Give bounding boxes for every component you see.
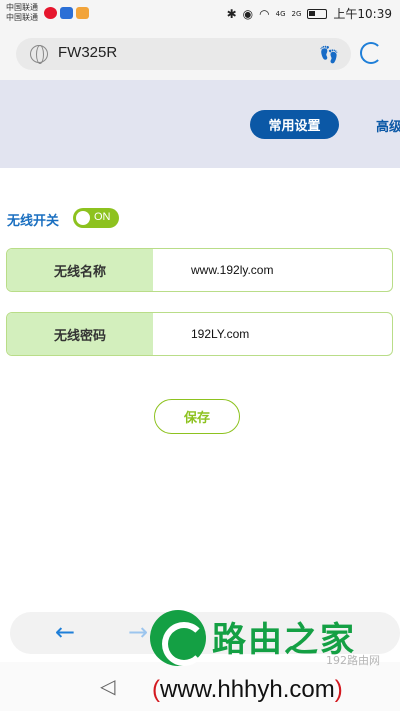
status-indicators: ✱ ◉ ◠ 4G 2G 上午10:39 <box>227 5 392 22</box>
weibo-icon <box>44 7 57 19</box>
signal-2g-icon: 2G <box>291 9 302 18</box>
footprint-icon[interactable]: 👣 <box>319 45 339 64</box>
wifi-icon: ◠ <box>259 6 270 21</box>
address-bar[interactable]: FW325R 👣 <box>16 38 351 70</box>
wireless-name-input[interactable]: www.192ly.com <box>153 249 392 291</box>
refresh-icon[interactable] <box>360 42 382 64</box>
globe-icon <box>30 45 48 64</box>
toggle-knob <box>76 211 90 225</box>
back-arrow-icon[interactable]: ← <box>55 618 75 646</box>
wireless-switch-toggle[interactable]: ON <box>73 208 119 228</box>
toggle-state: ON <box>94 211 111 223</box>
url-text: FW325R <box>58 44 118 61</box>
watermark-url-open: ( <box>152 676 160 703</box>
eye-icon: ◉ <box>242 6 254 21</box>
save-button[interactable]: 保存 <box>154 399 240 434</box>
forward-arrow-icon[interactable]: → <box>128 618 148 646</box>
carrier-name-2: 中国联通 <box>6 13 38 22</box>
watermark-url-close: ) <box>334 676 343 703</box>
signal-4g-icon: 4G <box>275 9 286 18</box>
news-app-icon <box>60 7 73 19</box>
wireless-password-label: 无线密码 <box>7 313 153 355</box>
wireless-switch-label: 无线开关 <box>7 214 60 229</box>
battery-icon <box>307 8 328 19</box>
tab-advanced[interactable]: 高级 <box>376 116 400 135</box>
status-bar: 中国联通 中国联通 ✱ ◉ ◠ 4G 2G 上午10:39 <box>0 0 400 28</box>
notification-icons <box>44 7 89 19</box>
watermark-url: (www.hhhyh.com) <box>152 676 343 704</box>
browser-toolbar: FW325R 👣 <box>0 28 400 80</box>
clock: 上午10:39 <box>333 7 392 21</box>
watermark-site: 192路由网 <box>326 654 380 667</box>
watermark: 路由之家 192路由网 (www.hhhyh.com) <box>150 610 400 711</box>
wireless-password-row: 无线密码 192LY.com <box>6 312 393 356</box>
tab-common-settings[interactable]: 常用设置 <box>250 110 339 139</box>
carrier-info: 中国联通 中国联通 <box>6 3 38 23</box>
bluetooth-icon: ✱ <box>226 6 237 21</box>
watermark-logo <box>150 610 206 666</box>
watermark-url-text: www.hhhyh.com <box>160 676 335 703</box>
app-icon <box>76 7 89 19</box>
wireless-name-label: 无线名称 <box>7 249 153 291</box>
settings-header: 常用设置 高级 <box>0 80 400 168</box>
carrier-name-1: 中国联通 <box>6 3 38 12</box>
system-back-icon[interactable]: ◁ <box>100 674 115 698</box>
wireless-password-input[interactable]: 192LY.com <box>153 313 392 355</box>
wireless-name-row: 无线名称 www.192ly.com <box>6 248 393 292</box>
